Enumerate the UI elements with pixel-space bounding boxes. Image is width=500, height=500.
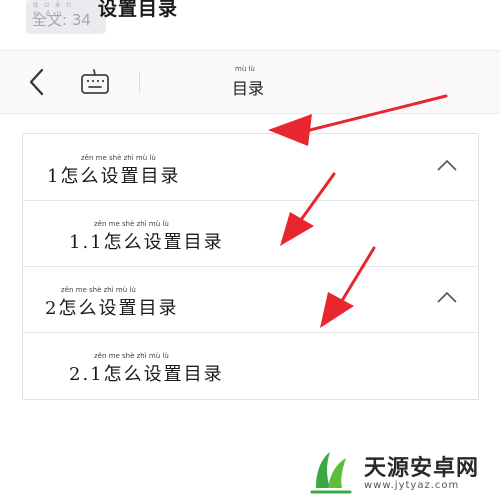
leaf-logo-icon [310,452,352,494]
watermark-name: 天源安卓网 [364,456,480,481]
navbar-title-pinyin: mù lù [235,65,255,73]
watermark-url: www.jytyaz.com [364,480,460,491]
toc-item-pinyin: zěn me shè zhì mù lù [81,154,156,162]
navbar-title-text: 目录 [232,79,265,98]
chevron-up-icon[interactable] [436,290,458,304]
document-header: quán wén 全文: 34 设置目录 [0,0,500,50]
navbar-divider [139,71,140,93]
toc-item-label: 2怎么设置目录 [45,298,179,319]
chevron-up-icon[interactable] [436,158,458,172]
annotation-arrow [280,172,336,246]
toc-item-2-1[interactable]: zěn me shè zhì mù lù 2.1怎么设置目录 [23,332,478,398]
toc-item-label: 2.1怎么设置目录 [69,364,224,385]
toc-item-pinyin: zěn me shè zhì mù lù [94,220,169,228]
word-count-text: 全文: 34 [32,11,91,29]
toc-list: zěn me shè zhì mù lù 1怎么设置目录 zěn me shè … [22,133,479,400]
annotation-arrow [268,94,448,146]
toc-item-2[interactable]: zěn me shè zhì mù lù 2怎么设置目录 [23,266,478,333]
back-icon[interactable] [26,67,50,97]
site-watermark: 天源安卓网 www.jytyaz.com [308,440,500,500]
toc-item-label: 1怎么设置目录 [47,166,181,187]
navbar-title: mù lù 目录 [232,65,265,99]
document-title: 设置目录 [98,0,179,20]
toc-item-pinyin: zěn me shè zhì mù lù [61,286,136,294]
toc-item-label: 1.1怎么设置目录 [69,232,224,253]
annotation-arrow [320,246,376,328]
keyboard-icon[interactable] [80,69,110,95]
toc-item-1-1[interactable]: zěn me shè zhì mù lù 1.1怎么设置目录 [23,200,478,267]
toc-item-pinyin: zěn me shè zhì mù lù [94,352,169,360]
word-count-badge: quán wén 全文: 34 [26,0,106,34]
